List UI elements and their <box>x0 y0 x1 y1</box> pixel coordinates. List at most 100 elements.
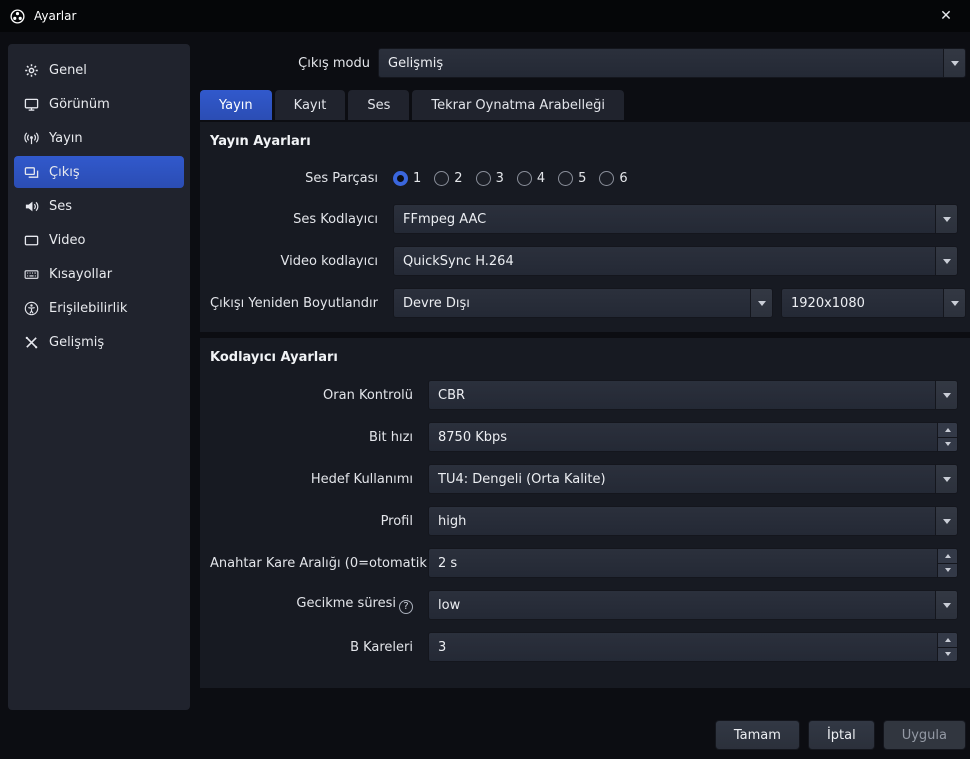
sidebar-item-label: Ses <box>49 199 72 214</box>
audio-track-5[interactable]: 5 <box>558 171 586 186</box>
tab-ses[interactable]: Ses <box>348 90 409 120</box>
tab-kayit[interactable]: Kayıt <box>275 90 346 120</box>
sidebar-item-erisilebilirlik[interactable]: Erişilebilirlik <box>14 292 184 324</box>
sidebar-item-label: Kısayollar <box>49 267 112 282</box>
chevron-down-icon <box>935 205 957 233</box>
audio-track-3[interactable]: 3 <box>476 171 504 186</box>
audio-encoder-dropdown[interactable]: FFmpeg AAC <box>393 204 958 234</box>
rescale-resolution-dropdown[interactable]: 1920x1080 <box>781 288 966 318</box>
help-icon[interactable]: ? <box>399 600 413 614</box>
obs-logo-icon <box>10 8 26 24</box>
chevron-down-icon <box>943 49 965 77</box>
sidebar-item-genel[interactable]: Genel <box>14 54 184 86</box>
encoder-settings-panel: Kodlayıcı Ayarları Oran Kontrolü CBR Bit… <box>200 338 970 688</box>
radio-label: 5 <box>578 171 586 186</box>
radio-icon <box>517 171 532 186</box>
spin-up-icon[interactable] <box>938 423 957 438</box>
encoder-settings-title: Kodlayıcı Ayarları <box>210 350 958 368</box>
bitrate-spinner <box>428 422 958 452</box>
sidebar-item-label: Genel <box>49 63 87 78</box>
latency-value: low <box>429 591 935 619</box>
accessibility-icon <box>23 300 39 316</box>
tab-label: Ses <box>367 98 390 113</box>
radio-icon <box>434 171 449 186</box>
latency-dropdown[interactable]: low <box>428 590 958 620</box>
sidebar-item-kisayollar[interactable]: Kısayollar <box>14 258 184 290</box>
settings-sidebar: Genel Görünüm Yayın <box>8 44 190 710</box>
b-frames-spinner <box>428 632 958 662</box>
chevron-down-icon <box>750 289 772 317</box>
window-title: Ayarlar <box>34 9 76 23</box>
rescale-output-dropdown[interactable]: Devre Dışı <box>393 288 773 318</box>
audio-track-1[interactable]: 1 <box>393 171 421 186</box>
settings-content: Çıkış modu Gelişmiş Yayın Kayıt Ses Tekr… <box>200 40 970 759</box>
tools-icon <box>23 334 39 350</box>
audio-track-row: Ses Parçası 1 2 3 4 5 6 <box>210 164 958 192</box>
video-encoder-dropdown[interactable]: QuickSync H.264 <box>393 246 958 276</box>
latency-label: Gecikme süresi? <box>210 596 421 614</box>
output-mode-label: Çıkış modu <box>200 56 378 71</box>
audio-track-2[interactable]: 2 <box>434 171 462 186</box>
tab-label: Tekrar Oynatma Arabelleği <box>431 98 605 113</box>
bitrate-label: Bit hızı <box>210 430 421 445</box>
output-mode-row: Çıkış modu Gelişmiş <box>200 48 966 78</box>
target-usage-dropdown[interactable]: TU4: Dengeli (Orta Kalite) <box>428 464 958 494</box>
radio-label: 2 <box>454 171 462 186</box>
apply-button[interactable]: Uygula <box>883 720 966 750</box>
rate-control-row: Oran Kontrolü CBR <box>210 380 958 410</box>
bitrate-input[interactable] <box>429 423 937 451</box>
radio-icon <box>558 171 573 186</box>
rate-control-dropdown[interactable]: CBR <box>428 380 958 410</box>
ok-button[interactable]: Tamam <box>715 720 800 750</box>
profile-label: Profil <box>210 514 421 529</box>
tab-yayin[interactable]: Yayın <box>200 90 272 120</box>
keyframe-interval-row: Anahtar Kare Aralığı (0=otomatik) <box>210 548 958 578</box>
sidebar-item-video[interactable]: Video <box>14 224 184 256</box>
target-usage-row: Hedef Kullanımı TU4: Dengeli (Orta Kalit… <box>210 464 958 494</box>
close-icon[interactable]: ✕ <box>932 4 960 28</box>
spin-down-icon[interactable] <box>938 438 957 452</box>
sidebar-item-label: Video <box>49 233 85 248</box>
sidebar-item-yayin[interactable]: Yayın <box>14 122 184 154</box>
cancel-button[interactable]: İptal <box>808 720 875 750</box>
audio-track-4[interactable]: 4 <box>517 171 545 186</box>
b-frames-input[interactable] <box>429 633 937 661</box>
radio-icon <box>393 171 408 186</box>
video-encoder-row: Video kodlayıcı QuickSync H.264 <box>210 246 958 276</box>
output-mode-dropdown[interactable]: Gelişmiş <box>378 48 966 78</box>
radio-label: 6 <box>619 171 627 186</box>
speaker-icon <box>23 198 39 214</box>
profile-dropdown[interactable]: high <box>428 506 958 536</box>
chevron-down-icon <box>935 465 957 493</box>
keyframe-interval-spinner <box>428 548 958 578</box>
video-encoder-value: QuickSync H.264 <box>394 247 935 275</box>
tab-tekrar-oynatma[interactable]: Tekrar Oynatma Arabelleği <box>412 90 624 120</box>
spin-down-icon[interactable] <box>938 648 957 662</box>
radio-label: 3 <box>496 171 504 186</box>
keyframe-interval-input[interactable] <box>429 549 937 577</box>
spin-up-icon[interactable] <box>938 549 957 564</box>
rescale-resolution-value: 1920x1080 <box>782 289 943 317</box>
sidebar-item-ses[interactable]: Ses <box>14 190 184 222</box>
stream-settings-title: Yayın Ayarları <box>210 134 958 152</box>
sidebar-item-label: Yayın <box>49 131 83 146</box>
latency-label-text: Gecikme süresi <box>296 596 396 611</box>
keyframe-interval-label: Anahtar Kare Aralığı (0=otomatik) <box>210 556 421 571</box>
chevron-down-icon <box>935 507 957 535</box>
profile-value: high <box>429 507 935 535</box>
sidebar-item-gelismis[interactable]: Gelişmiş <box>14 326 184 358</box>
audio-encoder-value: FFmpeg AAC <box>394 205 935 233</box>
spin-buttons <box>937 633 957 661</box>
rescale-output-label: Çıkışı Yeniden Boyutlandır <box>210 296 386 311</box>
sidebar-item-label: Gelişmiş <box>49 335 104 350</box>
spin-up-icon[interactable] <box>938 633 957 648</box>
sidebar-item-gorunum[interactable]: Görünüm <box>14 88 184 120</box>
appearance-icon <box>23 96 39 112</box>
sidebar-item-cikis[interactable]: Çıkış <box>14 156 184 188</box>
audio-track-6[interactable]: 6 <box>599 171 627 186</box>
rate-control-value: CBR <box>429 381 935 409</box>
video-icon <box>23 232 39 248</box>
output-mode-value: Gelişmiş <box>379 49 943 77</box>
spin-down-icon[interactable] <box>938 564 957 578</box>
radio-icon <box>599 171 614 186</box>
